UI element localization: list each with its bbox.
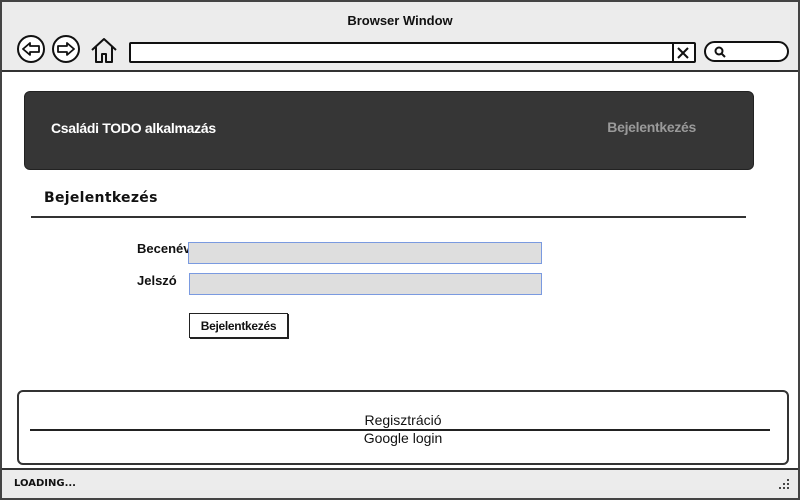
back-arrow-icon <box>22 42 40 56</box>
password-field[interactable] <box>189 273 542 295</box>
browser-chrome: Browser Window <box>2 2 798 72</box>
search-input[interactable] <box>704 41 789 62</box>
login-button[interactable]: Bejelentkezés <box>189 313 288 338</box>
home-icon <box>91 38 117 63</box>
app-navbar: Családi TODO alkalmazás Bejelentkezés <box>24 91 754 170</box>
address-bar[interactable] <box>129 42 696 63</box>
username-field[interactable] <box>188 242 542 264</box>
forward-arrow-icon <box>57 42 75 56</box>
browser-window: Browser Window Családi TODO alkalmazás B… <box>0 0 800 500</box>
back-button[interactable] <box>17 35 45 63</box>
window-title: Browser Window <box>347 13 453 28</box>
status-text: LOADING... <box>14 478 76 489</box>
resize-grip-icon[interactable] <box>778 478 790 490</box>
close-icon <box>677 46 689 59</box>
password-label: Jelszó <box>137 273 177 288</box>
status-bar: LOADING... <box>2 468 798 498</box>
search-icon <box>714 46 726 58</box>
register-link[interactable]: Regisztráció <box>19 412 787 428</box>
page-title: Bejelentkezés <box>44 190 158 206</box>
title-divider <box>31 216 746 218</box>
app-brand[interactable]: Családi TODO alkalmazás <box>51 120 216 136</box>
nav-login-link[interactable]: Bejelentkezés <box>607 119 696 135</box>
footer-panel: Regisztráció Google login <box>17 390 789 465</box>
username-label: Becenév <box>137 241 191 256</box>
page-content: Családi TODO alkalmazás Bejelentkezés Be… <box>2 74 798 468</box>
home-button[interactable] <box>90 36 118 64</box>
google-login-link[interactable]: Google login <box>19 430 787 446</box>
clear-address-button[interactable] <box>672 44 692 61</box>
forward-button[interactable] <box>52 35 80 63</box>
